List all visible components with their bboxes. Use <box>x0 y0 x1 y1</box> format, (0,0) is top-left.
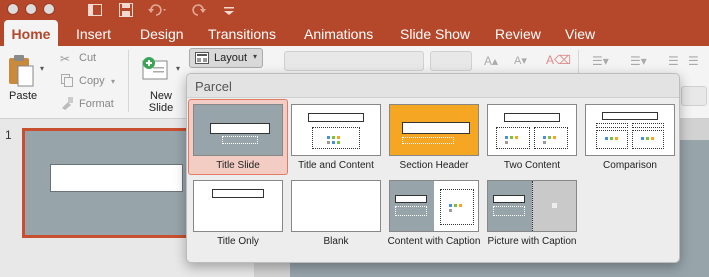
layout-button[interactable]: Layout ▾ <box>189 48 263 68</box>
text-placeholder <box>402 137 454 144</box>
layout-label: Comparison <box>603 160 657 171</box>
left-heading-placeholder <box>596 123 628 128</box>
layout-preview <box>487 180 577 232</box>
content-placeholder <box>312 127 360 149</box>
layout-label: Picture with Caption <box>487 236 577 247</box>
slide-number: 1 <box>5 128 12 142</box>
tab-insert[interactable]: Insert <box>76 20 111 46</box>
sidebar-icon[interactable] <box>87 2 103 18</box>
cut-label[interactable]: Cut <box>79 52 96 64</box>
title-placeholder <box>210 123 270 134</box>
layout-label: Two Content <box>503 160 561 171</box>
left-content-placeholder <box>596 130 628 149</box>
title-placeholder <box>395 195 427 203</box>
layout-gallery-popup: Parcel Title Slide Title and Content Sec… <box>186 73 680 263</box>
layout-preview <box>193 180 283 232</box>
save-icon[interactable] <box>118 2 134 18</box>
caption-placeholder <box>395 206 427 216</box>
layout-label: Section Header <box>399 160 469 171</box>
tab-view[interactable]: View <box>565 20 595 46</box>
redo-icon[interactable] <box>191 2 207 18</box>
title-placeholder <box>308 113 364 122</box>
theme-name: Parcel <box>195 79 232 94</box>
copy-dropdown-chevron-icon[interactable]: ▾ <box>111 77 115 86</box>
right-heading-placeholder <box>632 123 664 128</box>
new-slide-dropdown-chevron-icon[interactable]: ▾ <box>176 64 180 73</box>
layout-label: Title Only <box>217 236 259 247</box>
subtitle-placeholder <box>222 136 258 144</box>
title-placeholder <box>212 189 264 198</box>
right-content-placeholder <box>534 127 568 149</box>
picture-icon <box>552 203 557 208</box>
layout-label: Content with Caption <box>387 236 481 247</box>
layout-label: Blank <box>323 236 349 247</box>
layout-gallery-header: Parcel <box>187 74 679 98</box>
numbering-icon[interactable]: ☰▾ <box>630 54 647 68</box>
close-window-icon[interactable] <box>7 3 19 15</box>
tab-transitions[interactable]: Transitions <box>208 20 276 46</box>
layout-icon <box>195 52 209 67</box>
paste-dropdown-chevron-icon[interactable]: ▾ <box>40 64 44 73</box>
minimize-window-icon[interactable] <box>25 3 37 15</box>
tab-slide-show[interactable]: Slide Show <box>400 20 470 46</box>
left-content-placeholder <box>496 127 530 149</box>
caption-placeholder <box>493 206 525 216</box>
increase-font-size-icon[interactable]: A▴ <box>484 54 498 68</box>
clear-formatting-icon[interactable]: A⌫ <box>546 53 571 67</box>
layout-label: Title Slide <box>216 160 260 171</box>
align-icon[interactable] <box>681 86 707 106</box>
layout-preview <box>193 104 283 156</box>
title-placeholder <box>504 113 560 122</box>
tab-design[interactable]: Design <box>140 20 184 46</box>
format-painter-icon[interactable] <box>60 96 74 113</box>
layout-preview <box>389 104 479 156</box>
layout-preview <box>487 104 577 156</box>
ribbon-separator <box>128 50 129 112</box>
layout-preview <box>291 180 381 232</box>
tab-animations[interactable]: Animations <box>304 20 373 46</box>
title-placeholder <box>493 195 525 203</box>
layout-dropdown-chevron-icon: ▾ <box>253 52 258 61</box>
increase-indent-icon[interactable]: ☰ <box>688 54 699 68</box>
scissors-icon[interactable]: ✂ <box>60 52 70 66</box>
font-name-field[interactable] <box>284 51 424 71</box>
format-label[interactable]: Format <box>79 98 114 110</box>
layout-label: Layout <box>214 52 248 64</box>
ribbon-tab-bar: Home Insert Design Transitions Animation… <box>0 20 709 46</box>
tab-review[interactable]: Review <box>495 20 541 46</box>
decrease-font-size-icon[interactable]: A▾ <box>514 54 527 67</box>
layout-label: Title and Content <box>298 160 374 171</box>
tab-home[interactable]: Home <box>4 20 58 46</box>
picture-placeholder <box>532 181 576 231</box>
title-placeholder <box>602 112 658 120</box>
bullets-icon[interactable]: ☰▾ <box>592 54 609 68</box>
title-placeholder <box>402 122 470 134</box>
layout-preview <box>389 180 479 232</box>
copy-label[interactable]: Copy <box>79 75 105 87</box>
paste-icon[interactable] <box>6 54 36 91</box>
new-slide-label-line1[interactable]: New <box>148 90 174 102</box>
layout-preview <box>585 104 675 156</box>
right-content-placeholder <box>632 130 664 149</box>
undo-icon[interactable] <box>147 2 169 18</box>
zoom-window-icon[interactable] <box>43 3 55 15</box>
new-slide-icon[interactable] <box>140 54 170 87</box>
layout-preview <box>291 104 381 156</box>
font-size-field[interactable] <box>430 51 472 71</box>
paste-label[interactable]: Paste <box>9 90 37 102</box>
copy-icon[interactable] <box>60 73 74 90</box>
title-bar <box>0 0 709 20</box>
customize-toolbar-icon[interactable] <box>222 2 236 18</box>
decrease-indent-icon[interactable]: ☰ <box>668 54 679 68</box>
new-slide-label-line2[interactable]: Slide <box>146 102 176 114</box>
content-placeholder <box>440 189 474 225</box>
thumbnail-title-placeholder <box>50 164 183 192</box>
